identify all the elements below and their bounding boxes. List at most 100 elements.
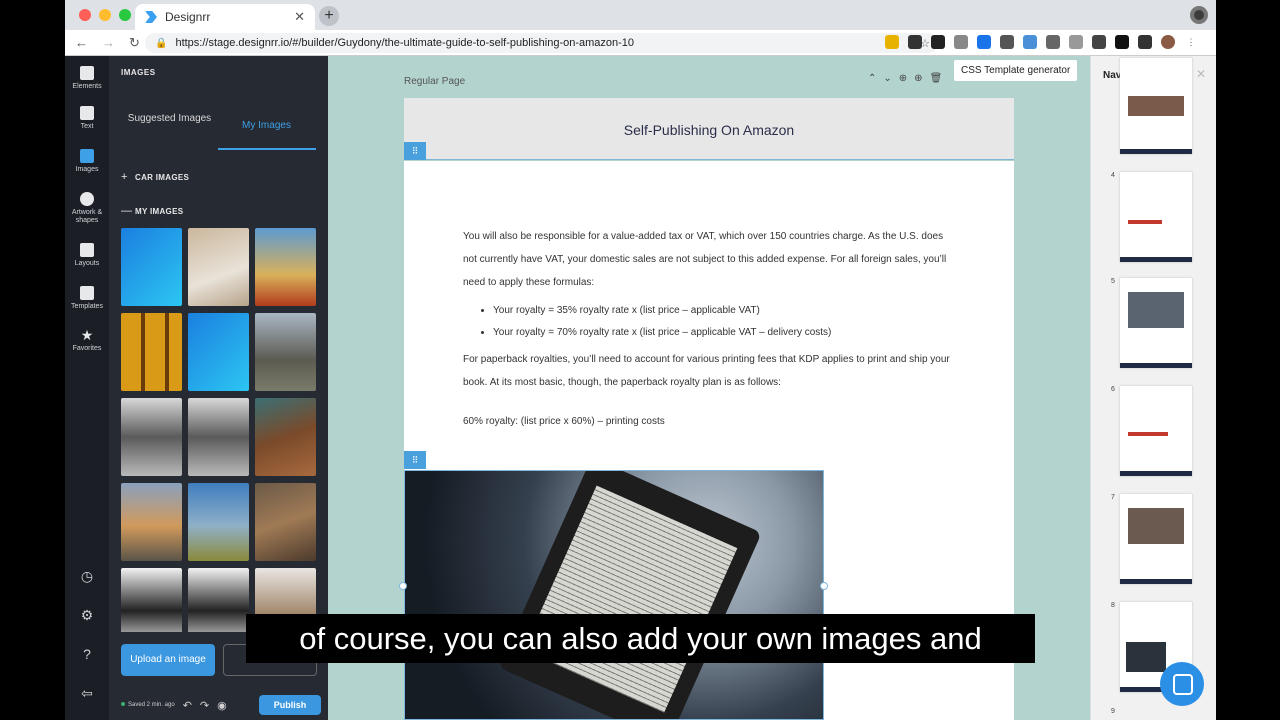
help-icon[interactable]: ? [65, 647, 109, 661]
extension-icon[interactable] [1115, 35, 1129, 49]
page-thumbnail[interactable] [1120, 278, 1192, 368]
reload-icon[interactable]: ↻ [129, 35, 140, 51]
sidebar-item-favorites[interactable]: ★ Favorites [65, 328, 109, 353]
exit-icon[interactable]: ⇦ [65, 686, 109, 700]
delete-icon[interactable]: 🗑 [930, 73, 943, 84]
drag-handle-icon[interactable]: ⠿ [404, 142, 426, 160]
tab-my-images[interactable]: My Images [218, 119, 315, 133]
image-thumbnail[interactable] [255, 483, 316, 561]
puzzle-extensions-icon[interactable] [1138, 35, 1152, 49]
minimize-window-button[interactable] [99, 9, 111, 21]
page-title[interactable]: Self-Publishing On Amazon [404, 122, 1014, 138]
sidebar-item-text[interactable]: Text [65, 106, 109, 131]
extension-icon[interactable] [1000, 35, 1014, 49]
page-number: 6 [1111, 386, 1115, 393]
resize-handle[interactable] [399, 582, 407, 590]
text-block[interactable]: You will also be responsible for a value… [463, 225, 953, 433]
image-thumbnail[interactable] [121, 313, 182, 391]
sidebar-item-templates[interactable]: Templates [65, 286, 109, 311]
move-up-icon[interactable]: ⌃ [868, 73, 876, 84]
browser-tab[interactable]: Designrr ✕ [135, 4, 315, 30]
image-thumbnail[interactable] [121, 483, 182, 561]
sidebar-item-artwork[interactable]: Artwork & shapes [65, 192, 109, 225]
page-thumbnail[interactable] [1120, 386, 1192, 476]
resize-handle[interactable] [820, 582, 828, 590]
extension-icon[interactable] [1092, 35, 1106, 49]
close-icon[interactable]: ✕ [1196, 67, 1206, 81]
extension-icon[interactable] [1023, 35, 1037, 49]
new-tab-button[interactable]: + [319, 6, 339, 26]
thumbnail-image [1128, 96, 1184, 116]
extension-icon[interactable] [954, 35, 968, 49]
browser-toolbar: ← → ↻ 🔒 https://stage.designrr.io/#/buil… [65, 30, 1216, 56]
image-thumbnail[interactable] [121, 398, 182, 476]
upload-image-button[interactable]: Upload an image [121, 644, 215, 676]
image-thumbnail[interactable] [188, 313, 249, 391]
close-tab-icon[interactable]: ✕ [294, 9, 305, 25]
image-thumbnail[interactable] [121, 568, 182, 632]
chrome-menu-icon[interactable]: ⋮ [1184, 35, 1198, 49]
extension-icon[interactable] [1069, 35, 1083, 49]
address-bar[interactable]: 🔒 https://stage.designrr.io/#/builder/Gu… [145, 33, 938, 53]
zoom-window-button[interactable] [119, 9, 131, 21]
image-thumbnail[interactable] [255, 313, 316, 391]
page-number: 4 [1111, 172, 1115, 179]
sidebar-item-elements[interactable]: Elements [65, 66, 109, 91]
add-after-icon[interactable]: ⊕ [914, 73, 922, 84]
subtitle-caption: of course, you can also add your own ima… [246, 614, 1035, 663]
extension-icon[interactable] [885, 35, 899, 49]
move-down-icon[interactable]: ⌄ [883, 73, 891, 84]
active-tab-indicator [218, 148, 316, 150]
chrome-profile-icon[interactable] [1190, 6, 1208, 24]
image-thumbnail[interactable] [188, 568, 249, 632]
image-thumbnail[interactable] [188, 228, 249, 306]
kindle-image-block[interactable] [404, 470, 824, 720]
page-header-block[interactable]: Self-Publishing On Amazon [404, 98, 1014, 160]
image-thumbnail[interactable] [188, 398, 249, 476]
preview-eye-icon[interactable]: ◉ [217, 699, 227, 712]
thumbnail-image [1126, 642, 1166, 672]
chat-support-button[interactable] [1160, 662, 1204, 706]
layouts-icon [80, 243, 94, 257]
extension-icon[interactable] [977, 35, 991, 49]
back-icon[interactable]: ← [75, 35, 88, 50]
paragraph: For paperback royalties, you’ll need to … [463, 354, 950, 388]
extension-icon[interactable] [931, 35, 945, 49]
saved-status: Saved 2 min. ago [121, 702, 175, 708]
drag-handle-icon[interactable]: ⠿ [404, 451, 426, 469]
page-thumbnail[interactable] [1120, 494, 1192, 584]
section-car-images[interactable]: + CAR IMAGES [121, 171, 189, 183]
tooltip: CSS Template generator [954, 60, 1078, 81]
templates-icon [80, 286, 94, 300]
sidebar-item-layouts[interactable]: Layouts [65, 243, 109, 268]
kindle-screen [523, 485, 738, 713]
user-avatar[interactable] [1161, 35, 1175, 49]
thumbnail-heading [1128, 432, 1168, 436]
extension-icon[interactable] [908, 35, 922, 49]
star-icon: ★ [80, 327, 94, 343]
browser-tabbar: Designrr ✕ + [65, 0, 1216, 30]
image-thumbnail[interactable] [188, 483, 249, 561]
page-thumbnail[interactable] [1120, 172, 1192, 262]
close-window-button[interactable] [79, 9, 91, 21]
tab-suggested-images[interactable]: Suggested Images [121, 112, 218, 126]
undo-icon[interactable]: ↶ [183, 699, 192, 712]
kindle-device [498, 471, 762, 719]
image-thumbnail[interactable] [121, 228, 182, 306]
section-my-images[interactable]: — MY IMAGES [121, 205, 183, 217]
panel-title: IMAGES [121, 68, 156, 77]
page-thumbnail[interactable] [1120, 58, 1192, 154]
royalty-list: Your royalty = 35% royalty rate x (list … [493, 300, 953, 344]
window-controls [79, 9, 131, 21]
redo-icon[interactable]: ↷ [200, 699, 209, 712]
history-icon[interactable]: ◷ [65, 569, 109, 583]
page-type-label: Regular Page [404, 76, 466, 87]
image-thumbnail[interactable] [255, 228, 316, 306]
image-thumbnail[interactable] [255, 398, 316, 476]
publish-button[interactable]: Publish [259, 695, 321, 715]
add-before-icon[interactable]: ⊕ [899, 73, 907, 84]
extension-icon[interactable] [1046, 35, 1060, 49]
sidebar-item-images[interactable]: Images [65, 149, 109, 174]
forward-icon[interactable]: → [102, 35, 115, 50]
settings-gear-icon[interactable]: ⚙ [65, 608, 109, 622]
